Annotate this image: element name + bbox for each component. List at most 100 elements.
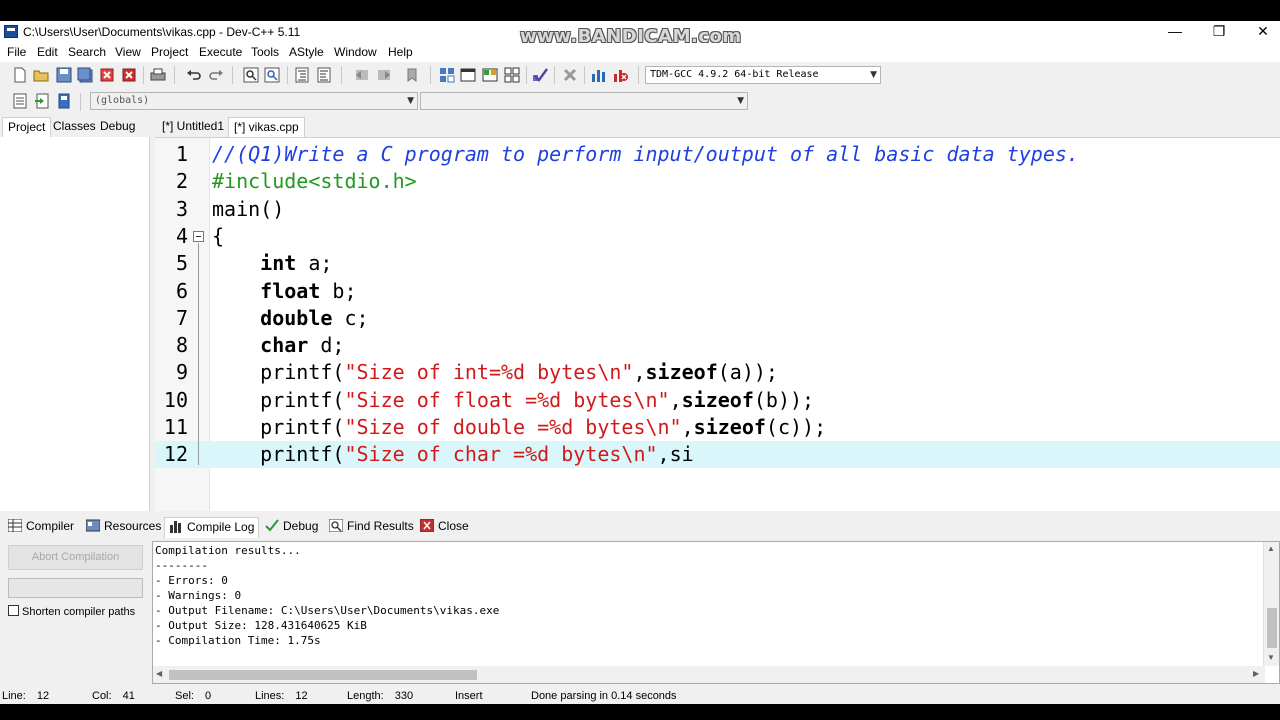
tab-untitled1[interactable]: [*] Untitled1 — [157, 117, 229, 137]
code-token: printf( — [212, 360, 345, 384]
insert-icon[interactable] — [12, 93, 28, 109]
menu-view[interactable]: View — [115, 45, 141, 59]
scroll-left-icon[interactable]: ◀ — [156, 669, 162, 678]
resources-icon — [86, 519, 100, 532]
menu-file[interactable]: File — [7, 45, 26, 59]
close-file-icon[interactable] — [99, 67, 115, 83]
tab-debug-bottom[interactable]: Debug — [263, 517, 318, 538]
tab-vikas-cpp[interactable]: [*] vikas.cpp — [228, 117, 305, 137]
code-line[interactable]: 10 printf("Size of float =%d bytes\n",si… — [155, 387, 1280, 414]
code-editor[interactable]: 1 //(Q1)Write a C program to perform inpu… — [155, 137, 1280, 511]
unindent-icon[interactable] — [316, 67, 332, 83]
line-number: 12 — [163, 442, 188, 466]
find-results-icon — [329, 519, 343, 532]
tab-compile-log[interactable]: Compile Log — [164, 517, 260, 538]
menu-project[interactable]: Project — [151, 45, 188, 59]
status-col: Col: 41 — [92, 690, 135, 702]
replace-icon[interactable] — [264, 67, 280, 83]
scroll-down-icon[interactable]: ▼ — [1267, 653, 1275, 662]
undo-icon[interactable] — [186, 67, 202, 83]
menu-execute[interactable]: Execute — [199, 45, 242, 59]
code-token: a; — [296, 251, 333, 275]
status-length: Length: 330 — [347, 690, 413, 702]
code-text: int a; — [212, 250, 332, 277]
code-line[interactable]: 3 main() — [155, 196, 1280, 223]
line-number: 11 — [163, 415, 188, 439]
tab-compiler[interactable]: Compiler — [6, 517, 74, 538]
scope-select[interactable]: (globals) ▼ — [90, 92, 418, 110]
code-line[interactable]: 6 float b; — [155, 278, 1280, 305]
log-vertical-scrollbar[interactable]: ▲ ▼ — [1263, 542, 1279, 666]
stop-icon[interactable] — [562, 67, 578, 83]
code-line[interactable]: 12 printf("Size of char =%d bytes\n",si — [155, 441, 1280, 468]
scroll-right-icon[interactable]: ▶ — [1253, 669, 1259, 678]
code-line[interactable]: 1 //(Q1)Write a C program to perform inpu… — [155, 141, 1280, 168]
close-window-button[interactable]: ✕ — [1240, 21, 1280, 43]
window-icon[interactable] — [460, 67, 476, 83]
line-number: 10 — [163, 388, 188, 412]
tab-classes[interactable]: Classes — [48, 117, 101, 137]
status-sel-value: 0 — [205, 690, 212, 702]
save-all-icon[interactable] — [77, 67, 93, 83]
code-line[interactable]: 2 #include<stdio.h> — [155, 168, 1280, 195]
menu-astyle[interactable]: AStyle — [289, 45, 324, 59]
restore-button[interactable]: ❐ — [1196, 21, 1242, 43]
tab-debug[interactable]: Debug — [95, 117, 140, 137]
new-project-icon[interactable] — [439, 67, 455, 83]
shorten-paths-row[interactable]: Shorten compiler paths — [8, 605, 135, 618]
forward-icon[interactable] — [376, 67, 392, 83]
redo-icon[interactable] — [208, 67, 224, 83]
code-line[interactable]: 9 printf("Size of int=%d bytes\n",sizeof… — [155, 359, 1280, 386]
code-line[interactable]: 7 double c; — [155, 305, 1280, 332]
class-browser-icon[interactable] — [482, 67, 498, 83]
menu-help[interactable]: Help — [388, 45, 413, 59]
code-token: double — [260, 306, 333, 330]
open-file-icon[interactable] — [33, 67, 49, 83]
save-icon[interactable] — [56, 67, 72, 83]
code-line[interactable]: 5 int a; — [155, 250, 1280, 277]
log-line: - Output Size: 128.431640625 KiB — [155, 619, 367, 632]
find-icon[interactable] — [243, 67, 259, 83]
new-file-icon[interactable] — [12, 67, 28, 83]
goto-icon[interactable] — [34, 93, 50, 109]
fold-toggle-icon[interactable] — [193, 231, 204, 242]
bookmark-icon[interactable] — [404, 67, 420, 83]
menu-window[interactable]: Window — [334, 45, 377, 59]
code-line[interactable]: 4{ — [155, 223, 1280, 250]
minimize-button[interactable]: — — [1152, 21, 1198, 43]
indent-icon[interactable] — [294, 67, 310, 83]
code-text: printf("Size of float =%d bytes\n",sizeo… — [212, 387, 814, 414]
shorten-paths-checkbox[interactable] — [8, 605, 19, 616]
menu-search[interactable]: Search — [68, 45, 106, 59]
menu-edit[interactable]: Edit — [37, 45, 58, 59]
code-text: printf("Size of int=%d bytes\n",sizeof(a… — [212, 359, 778, 386]
print-icon[interactable] — [150, 67, 166, 83]
scroll-thumb[interactable] — [1267, 608, 1277, 648]
symbol-select[interactable]: ▼ — [420, 92, 748, 110]
menu-tools[interactable]: Tools — [251, 45, 279, 59]
code-token: main() — [212, 197, 285, 221]
code-line[interactable]: 8 char d; — [155, 332, 1280, 359]
compiler-select[interactable]: TDM-GCC 4.9.2 64-bit Release ▼ — [645, 66, 881, 84]
tab-close[interactable]: Close — [418, 517, 469, 538]
check-syntax-icon[interactable] — [532, 67, 548, 83]
grid-icon[interactable] — [504, 67, 520, 83]
code-token: printf( — [212, 442, 345, 466]
log-horizontal-scrollbar[interactable]: ◀ ▶ — [153, 666, 1265, 683]
scroll-up-icon[interactable]: ▲ — [1267, 544, 1275, 553]
close-all-icon[interactable] — [121, 67, 137, 83]
toggle-bookmark-icon[interactable] — [56, 93, 72, 109]
profile-chart-icon[interactable] — [591, 67, 607, 83]
delete-profile-icon[interactable] — [613, 67, 629, 83]
tab-find-results[interactable]: Find Results — [327, 517, 414, 538]
tab-project[interactable]: Project — [2, 117, 52, 137]
compiler-select-value: TDM-GCC 4.9.2 64-bit Release — [650, 69, 819, 80]
code-line[interactable]: 11 printf("Size of double =%d bytes\n",s… — [155, 414, 1280, 441]
abort-compilation-button[interactable]: Abort Compilation — [8, 545, 143, 570]
scroll-thumb[interactable] — [169, 670, 477, 680]
log-line: -------- — [155, 559, 208, 572]
back-icon[interactable] — [354, 67, 370, 83]
tab-resources[interactable]: Resources — [84, 517, 161, 538]
compile-log-output[interactable]: Compilation results... -------- - Errors: … — [152, 541, 1280, 684]
